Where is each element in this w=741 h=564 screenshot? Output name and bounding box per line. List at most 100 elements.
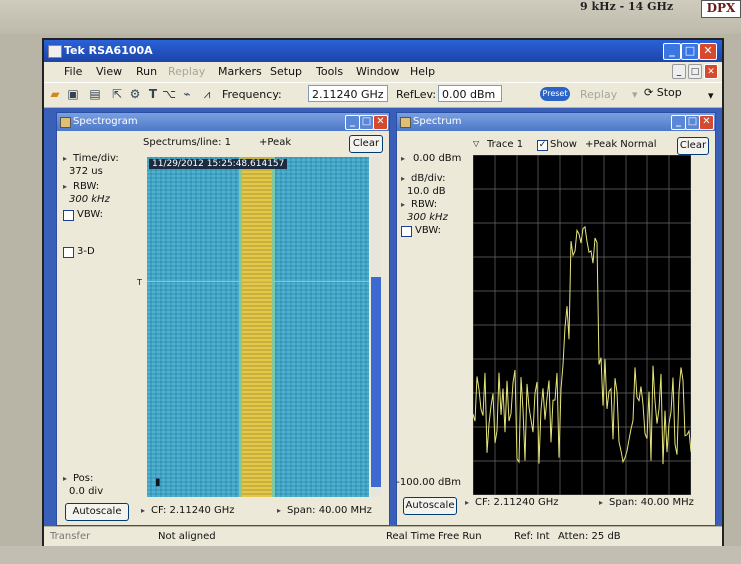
mdi-close-button[interactable]: ✕ xyxy=(704,64,718,79)
spectrum-window-icon xyxy=(400,117,411,128)
time-div-label: Time/div: xyxy=(73,153,119,164)
status-transfer: Transfer xyxy=(50,531,91,542)
status-bar: Transfer Not aligned Real Time Free Run … xyxy=(44,526,722,546)
db-div-label: dB/div: xyxy=(411,173,446,184)
spectrum-rbw-value[interactable]: 300 kHz xyxy=(407,212,448,223)
spectrum-cf-arrow-icon[interactable]: ▸ xyxy=(465,499,473,507)
menu-help[interactable]: Help xyxy=(410,65,435,78)
maximize-button[interactable]: □ xyxy=(681,43,699,60)
menu-setup[interactable]: Setup xyxy=(270,65,302,78)
spectrum-svg xyxy=(473,155,691,495)
minimize-button[interactable]: _ xyxy=(663,43,681,60)
bottom-level-value[interactable]: -100.00 dBm xyxy=(389,477,461,488)
marker-icon[interactable]: ⌁ xyxy=(180,87,194,101)
spectrum-maximize-button[interactable]: □ xyxy=(685,115,700,130)
spectrogram-title-bar: Spectrogram _ □ ✕ xyxy=(57,113,389,131)
spectrogram-cf[interactable]: CF: 2.11240 GHz xyxy=(151,505,235,516)
acquire-icon[interactable]: ⌥ xyxy=(162,87,176,101)
menu-run[interactable]: Run xyxy=(136,65,157,78)
frequency-input[interactable]: 2.11240 GHz xyxy=(308,85,388,102)
pos-label: Pos: xyxy=(73,473,94,484)
stop-button[interactable]: ⟳ Stop xyxy=(644,86,682,102)
db-div-arrow-icon[interactable]: ▸ xyxy=(401,175,409,183)
three-d-checkbox[interactable] xyxy=(63,247,74,258)
stop-label: Stop xyxy=(656,86,682,99)
rbw-value[interactable]: 300 kHz xyxy=(69,194,110,205)
trace-selector[interactable]: Trace 1 xyxy=(487,139,523,150)
spectrogram-minimize-button[interactable]: _ xyxy=(345,115,360,130)
spectrum-plot[interactable] xyxy=(473,155,691,495)
mdi-restore-button[interactable]: □ xyxy=(688,64,702,79)
spectrogram-maximize-button[interactable]: □ xyxy=(359,115,374,130)
spectrum-rbw-label: RBW: xyxy=(411,199,438,210)
reflev-label: RefLev: xyxy=(396,88,437,101)
vbw-checkbox[interactable] xyxy=(63,210,74,221)
spectrogram-clear-button[interactable]: Clear xyxy=(349,135,383,153)
spectrogram-scrollbar[interactable] xyxy=(371,157,381,497)
window-title: Tek RSA6100A xyxy=(64,44,153,57)
preset-button[interactable]: Preset xyxy=(540,87,570,101)
dpx-badge: DPX xyxy=(701,0,741,18)
reflev-input[interactable]: 0.00 dBm xyxy=(438,85,502,102)
spectrum-minimize-button[interactable]: _ xyxy=(671,115,686,130)
open-icon[interactable]: ▰ xyxy=(48,87,62,101)
cf-arrow-icon[interactable]: ▸ xyxy=(141,507,149,515)
trigger-icon[interactable]: T xyxy=(146,87,160,101)
mdi-minimize-button[interactable]: _ xyxy=(672,64,686,79)
close-button[interactable]: ✕ xyxy=(699,43,717,60)
bezel-model-label: 9 kHz - 14 GHz xyxy=(580,0,674,13)
rbw-arrow-icon[interactable]: ▸ xyxy=(63,183,71,191)
toolbar-overflow-icon[interactable]: ▾ xyxy=(708,89,714,102)
replay-button[interactable]: Replay xyxy=(580,88,617,101)
menu-window[interactable]: Window xyxy=(356,65,399,78)
spectrum-close-button[interactable]: ✕ xyxy=(699,115,714,130)
db-div-value[interactable]: 10.0 dB xyxy=(407,186,446,197)
spectrum-clear-button[interactable]: Clear xyxy=(677,137,709,155)
spectrum-span-arrow-icon[interactable]: ▸ xyxy=(599,499,607,507)
menu-tools[interactable]: Tools xyxy=(316,65,343,78)
menu-markers[interactable]: Markers xyxy=(218,65,262,78)
spectrogram-autoscale-button[interactable]: Autoscale xyxy=(65,503,129,521)
rbw-label: RBW: xyxy=(73,181,100,192)
spectrogram-display[interactable]: 11/29/2012 15:25:48.614157 ▮ xyxy=(147,157,369,497)
time-div-value[interactable]: 372 us xyxy=(69,166,103,177)
time-marker-line[interactable] xyxy=(147,281,369,282)
spectrum-graticule xyxy=(473,155,691,495)
spectrogram-scrollbar-thumb[interactable] xyxy=(371,277,381,487)
spectrogram-timestamp: 11/29/2012 15:25:48.614157 xyxy=(149,159,288,169)
pos-value[interactable]: 0.0 div xyxy=(69,486,103,497)
spectrogram-span[interactable]: Span: 40.00 MHz xyxy=(287,505,372,516)
menu-view[interactable]: View xyxy=(96,65,122,78)
show-checkbox[interactable]: ✓ xyxy=(537,140,548,151)
frequency-label: Frequency: xyxy=(222,88,282,101)
export-icon[interactable]: ⇱ xyxy=(110,87,124,101)
spectrum-autoscale-button[interactable]: Autoscale xyxy=(403,497,457,515)
menu-replay[interactable]: Replay xyxy=(168,65,205,78)
spectrogram-title: Spectrogram xyxy=(73,116,138,127)
show-label: Show xyxy=(550,139,577,150)
pos-arrow-icon[interactable]: ▸ xyxy=(63,475,71,483)
spectrogram-close-button[interactable]: ✕ xyxy=(373,115,388,130)
print-icon[interactable]: ▤ xyxy=(88,87,102,101)
ref-level-value[interactable]: 0.00 dBm xyxy=(413,153,461,164)
spectrum-title-bar: Spectrum _ □ ✕ xyxy=(397,113,715,131)
menu-file[interactable]: File xyxy=(64,65,82,78)
trace-dropdown-icon[interactable]: ▽ xyxy=(473,139,479,148)
ref-level-arrow-icon[interactable]: ▸ xyxy=(401,155,409,163)
spectrum-vbw-checkbox[interactable] xyxy=(401,226,412,237)
spectrum-window: Spectrum _ □ ✕ ▽ Trace 1 ✓ Show +Peak No… xyxy=(396,112,716,526)
window-title-bar: Tek RSA6100A _ □ ✕ xyxy=(44,40,722,62)
spectrums-per-line: Spectrums/line: 1 xyxy=(143,137,231,148)
settings-gear-icon[interactable]: ⚙ xyxy=(128,87,142,101)
spectrum-cf[interactable]: CF: 2.11240 GHz xyxy=(475,497,559,508)
spectrum-title: Spectrum xyxy=(413,116,462,127)
save-icon[interactable]: ▣ xyxy=(66,87,80,101)
spectrum-rbw-arrow-icon[interactable]: ▸ xyxy=(401,201,409,209)
analysis-icon[interactable]: ⩘ xyxy=(200,87,214,101)
app-icon xyxy=(48,45,62,58)
status-ref: Ref: Int xyxy=(514,531,550,542)
spectrum-span[interactable]: Span: 40.00 MHz xyxy=(609,497,694,508)
time-div-arrow-icon[interactable]: ▸ xyxy=(63,155,71,163)
replay-dropdown-icon[interactable]: ▾ xyxy=(632,88,638,101)
span-arrow-icon[interactable]: ▸ xyxy=(277,507,285,515)
